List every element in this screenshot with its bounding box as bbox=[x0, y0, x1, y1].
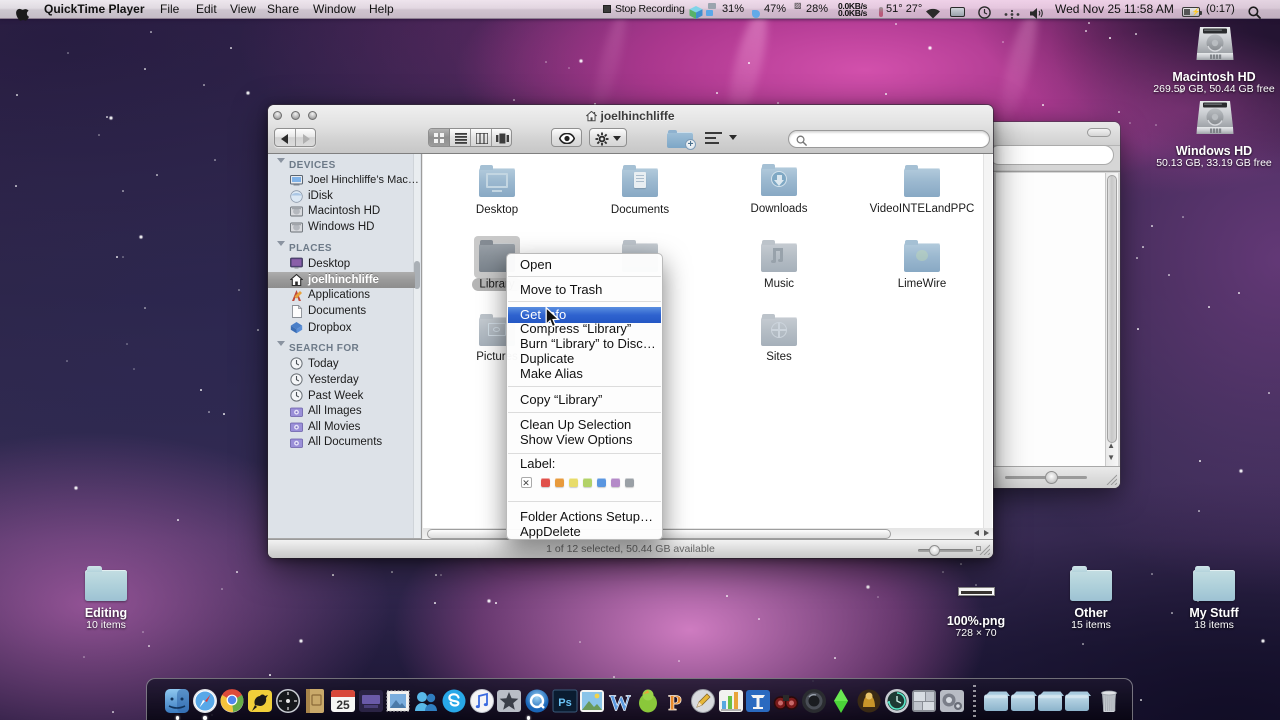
svg-text:Ps: Ps bbox=[558, 697, 571, 709]
svg-text:P: P bbox=[668, 690, 681, 715]
svg-text:25: 25 bbox=[336, 698, 350, 712]
svg-text:W: W bbox=[609, 690, 631, 715]
